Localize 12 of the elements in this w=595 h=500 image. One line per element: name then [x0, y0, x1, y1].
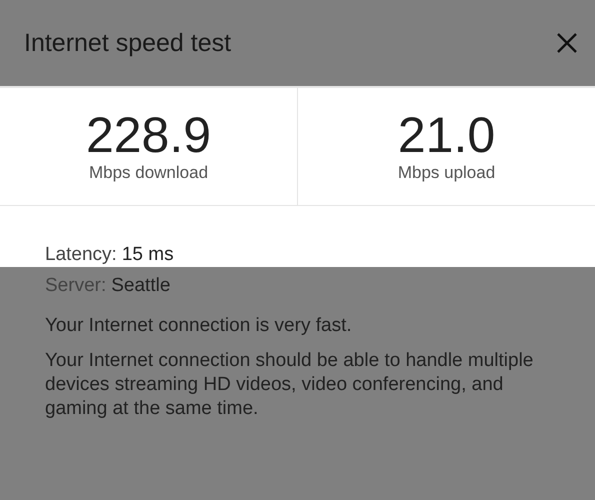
close-icon[interactable] [556, 32, 578, 54]
dialog-title: Internet speed test [24, 28, 232, 58]
speed-value: 228.9 [86, 109, 212, 161]
summary-text: Your Internet connection should be able to handle multiple devices streaming HD videos, video conferencing, and gaming at the same time. [45, 349, 534, 421]
detail-label: Server: [45, 275, 106, 296]
detail-label: Latency: [45, 244, 117, 265]
speed-unit: Mbps upload [398, 163, 496, 183]
detail-value: Seattle [111, 275, 170, 296]
speed-unit: Mbps download [88, 163, 208, 183]
detail-value: 15 ms [122, 244, 174, 265]
summary-heading: Your Internet connection is very fast. [45, 315, 353, 337]
speed-value: 21.0 [398, 109, 496, 161]
